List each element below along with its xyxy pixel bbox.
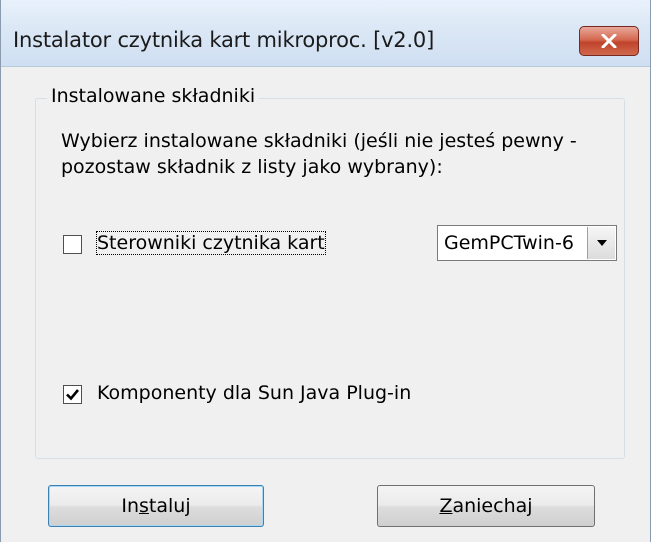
- close-icon: [601, 34, 617, 48]
- chevron-down-icon: [596, 240, 607, 246]
- title-bar[interactable]: Instalator czytnika kart mikroproc. [v2.…: [1, 0, 650, 67]
- java-plugin-checkbox[interactable]: [63, 385, 82, 404]
- groupbox-legend: Instalowane składniki: [47, 85, 260, 107]
- install-label-end: taluj: [148, 495, 191, 517]
- cancel-button[interactable]: Zaniechaj: [377, 485, 595, 527]
- driver-model-select[interactable]: GemPCTwin-6: [437, 225, 617, 261]
- dropdown-button[interactable]: [587, 227, 615, 259]
- installer-window: Instalator czytnika kart mikroproc. [v2.…: [0, 0, 651, 542]
- java-plugin-checkbox-label[interactable]: Komponenty dla Sun Java Plug-in: [97, 382, 411, 404]
- checkmark-icon: [66, 389, 80, 401]
- install-label-start: In: [121, 495, 140, 517]
- drivers-checkbox[interactable]: [63, 235, 82, 254]
- driver-model-value: GemPCTwin-6: [444, 232, 574, 254]
- cancel-label-end: aniechaj: [452, 495, 533, 517]
- close-button[interactable]: [579, 26, 639, 56]
- window-title: Instalator czytnika kart mikroproc. [v2.…: [13, 28, 435, 52]
- install-button[interactable]: In s taluj: [48, 485, 264, 527]
- drivers-checkbox-label[interactable]: Sterowniki czytnika kart: [96, 231, 326, 255]
- cancel-label-mnemonic: Z: [439, 495, 453, 517]
- instructions-text: Wybierz instalowane składniki (jeśli nie…: [61, 130, 577, 178]
- install-label-mnemonic: s: [139, 495, 149, 517]
